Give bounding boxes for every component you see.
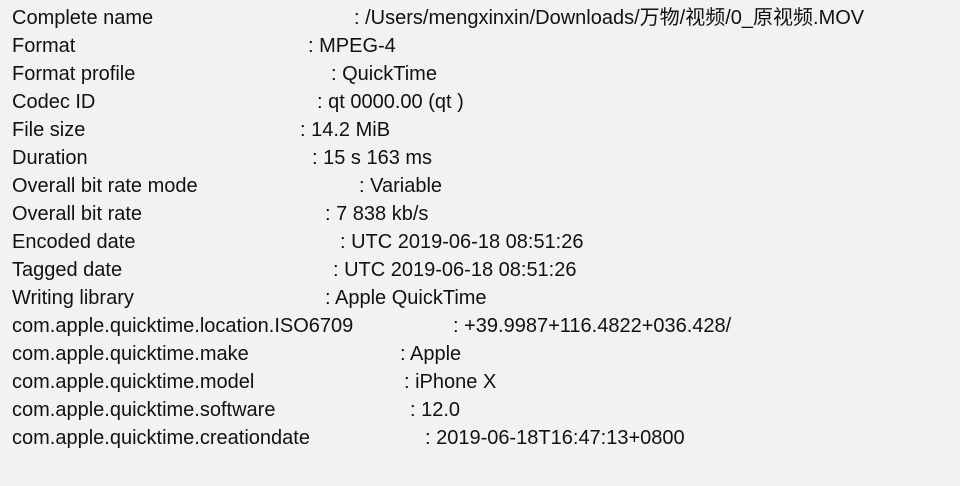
row-value: : 15 s 163 ms bbox=[312, 147, 433, 169]
info-row-codec-id: Codec ID : qt 0000.00 (qt ) bbox=[12, 88, 948, 116]
row-value: : Variable bbox=[359, 175, 443, 197]
row-value: : 2019-06-18T16:47:13+0800 bbox=[425, 427, 685, 449]
row-label: com.apple.quicktime.software bbox=[12, 399, 276, 421]
row-value: : +39.9987+116.4822+036.428/ bbox=[453, 315, 732, 337]
row-value: : MPEG-4 bbox=[308, 35, 396, 57]
info-row-software: com.apple.quicktime.software : 12.0 bbox=[12, 396, 948, 424]
info-row-format: Format : MPEG-4 bbox=[12, 32, 948, 60]
row-value: : 14.2 MiB bbox=[300, 119, 391, 141]
row-label: Encoded date bbox=[12, 231, 136, 253]
info-row-complete-name: Complete name : /Users/mengxinxin/Downlo… bbox=[12, 4, 948, 32]
row-label: com.apple.quicktime.model bbox=[12, 371, 255, 393]
row-label: com.apple.quicktime.location.ISO6709 bbox=[12, 315, 354, 337]
info-row-duration: Duration : 15 s 163 ms bbox=[12, 144, 948, 172]
row-label: Format bbox=[12, 35, 76, 57]
row-label: Format profile bbox=[12, 63, 136, 85]
row-label: File size bbox=[12, 119, 86, 141]
info-row-make: com.apple.quicktime.make : Apple bbox=[12, 340, 948, 368]
row-value: : 12.0 bbox=[410, 399, 461, 421]
info-row-creationdate: com.apple.quicktime.creationdate : 2019-… bbox=[12, 424, 948, 452]
row-value: : qt 0000.00 (qt ) bbox=[317, 91, 464, 113]
row-value: : 7 838 kb/s bbox=[325, 203, 429, 225]
info-row-overall-bit-rate: Overall bit rate : 7 838 kb/s bbox=[12, 200, 948, 228]
row-value: : QuickTime bbox=[331, 63, 437, 85]
info-row-location: com.apple.quicktime.location.ISO6709 : +… bbox=[12, 312, 948, 340]
row-value: : /Users/mengxinxin/Downloads/万物/视频/0_原视… bbox=[354, 7, 865, 29]
row-label: Overall bit rate mode bbox=[12, 175, 198, 197]
info-row-encoded-date: Encoded date : UTC 2019-06-18 08:51:26 bbox=[12, 228, 948, 256]
info-row-file-size: File size : 14.2 MiB bbox=[12, 116, 948, 144]
row-label: Tagged date bbox=[12, 259, 123, 281]
row-label: Complete name bbox=[12, 7, 154, 29]
media-info-panel: Complete name : /Users/mengxinxin/Downlo… bbox=[0, 0, 960, 486]
row-label: Duration bbox=[12, 147, 88, 169]
row-value: : UTC 2019-06-18 08:51:26 bbox=[340, 231, 584, 253]
row-label: com.apple.quicktime.creationdate bbox=[12, 427, 310, 449]
info-row-writing-library: Writing library : Apple QuickTime bbox=[12, 284, 948, 312]
info-row-format-profile: Format profile : QuickTime bbox=[12, 60, 948, 88]
row-label: com.apple.quicktime.make bbox=[12, 343, 249, 365]
row-value: : Apple bbox=[400, 343, 462, 365]
row-label: Writing library bbox=[12, 287, 134, 309]
row-value: : Apple QuickTime bbox=[325, 287, 487, 309]
row-label: Codec ID bbox=[12, 91, 96, 113]
info-row-model: com.apple.quicktime.model : iPhone X bbox=[12, 368, 948, 396]
row-value: : iPhone X bbox=[404, 371, 497, 393]
info-row-tagged-date: Tagged date : UTC 2019-06-18 08:51:26 bbox=[12, 256, 948, 284]
info-row-overall-bit-rate-mode: Overall bit rate mode : Variable bbox=[12, 172, 948, 200]
row-value: : UTC 2019-06-18 08:51:26 bbox=[333, 259, 577, 281]
row-label: Overall bit rate bbox=[12, 203, 143, 225]
